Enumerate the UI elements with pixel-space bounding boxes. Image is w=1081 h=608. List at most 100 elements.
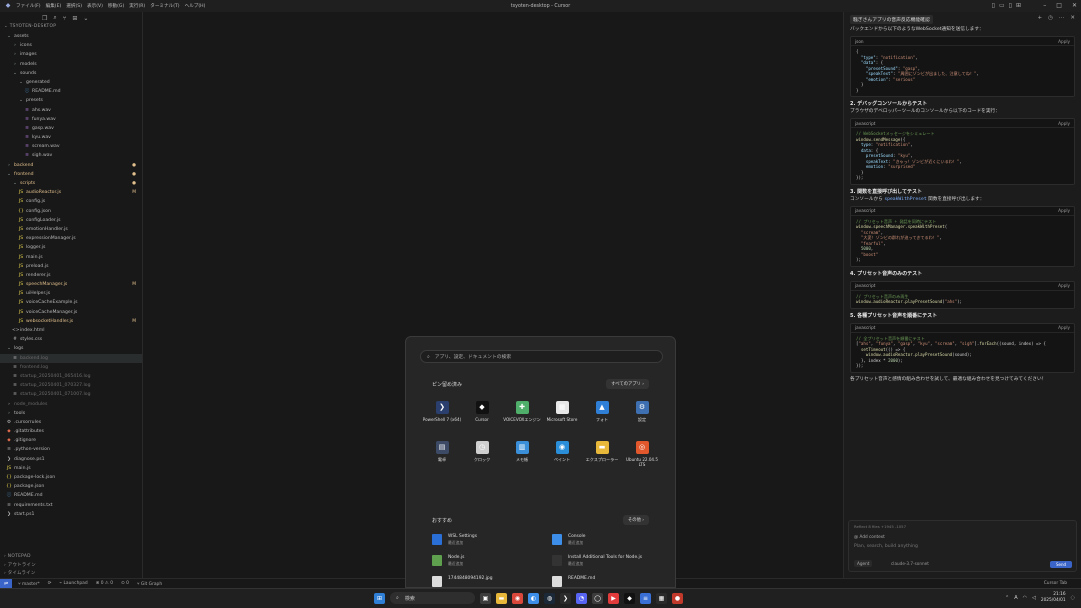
add-context-button[interactable]: @ Add context: [854, 534, 885, 539]
tree-file[interactable]: ⓘ README.md: [0, 87, 142, 96]
tree-file[interactable]: ≋ funya.wav: [0, 115, 142, 124]
tree-file[interactable]: ❯ diagnose.ps1: [0, 455, 142, 464]
tree-folder[interactable]: › tools: [0, 409, 142, 418]
tree-file[interactable]: ◆ .gitignore: [0, 436, 142, 445]
apply-button[interactable]: Apply: [1058, 121, 1070, 126]
pinned-app[interactable]: ▲ フォト: [582, 399, 622, 433]
menu-item[interactable]: 実行(R): [129, 3, 145, 9]
tree-folder[interactable]: ⌄ frontend ●: [0, 170, 142, 179]
git-graph-status[interactable]: ⑂ Git Graph: [137, 581, 162, 587]
tree-file[interactable]: ≡ startup_20250401_071007.log: [0, 390, 142, 399]
recommended-item[interactable]: Install Additional Tools for Node.js 最近追加: [552, 555, 652, 569]
app-icon[interactable]: ●: [672, 592, 683, 604]
discord-icon[interactable]: ◔: [576, 592, 587, 604]
apply-button[interactable]: Apply: [1058, 283, 1070, 288]
tree-file[interactable]: JS logger.js: [0, 243, 142, 252]
ports-status[interactable]: ⊙ 0: [121, 581, 129, 587]
tree-file[interactable]: JS audioReactor.js M: [0, 188, 142, 197]
pinned-app[interactable]: ✚ VOICEVOXエンジン: [502, 399, 542, 433]
lang-indicator[interactable]: A: [1014, 595, 1017, 601]
new-chat-icon[interactable]: +: [1037, 15, 1042, 21]
tree-file[interactable]: ≋ ahs.wav: [0, 106, 142, 115]
explorer-section-title[interactable]: ⌄ TSYOTEN-DESKTOP: [0, 24, 142, 32]
tree-file[interactable]: ≋ scream.wav: [0, 142, 142, 151]
menu-item[interactable]: 表示(V): [87, 3, 103, 9]
chrome-icon[interactable]: ◉: [512, 592, 523, 604]
section-timeline[interactable]: › タイムライン: [0, 570, 143, 578]
pinned-app[interactable]: ▦ Microsoft Store: [542, 399, 582, 433]
extensions-icon[interactable]: ⊞: [72, 15, 77, 22]
menu-item[interactable]: 選択(S): [66, 3, 82, 9]
agent-mode-select[interactable]: Agent: [854, 560, 873, 567]
all-apps-button[interactable]: すべてのアプリ ›: [606, 379, 649, 389]
menu-item[interactable]: ヘルプ(H): [185, 3, 206, 9]
send-button[interactable]: Send: [1050, 561, 1072, 568]
cursor-app-icon[interactable]: ◆: [624, 592, 635, 604]
tree-file[interactable]: ≡ .python-version: [0, 445, 142, 454]
pinned-app[interactable]: ◷ クロック: [462, 439, 502, 473]
menu-item[interactable]: 移動(G): [108, 3, 124, 9]
toggle-sidebar-icon[interactable]: ▯: [992, 2, 995, 9]
pinned-app[interactable]: ▥ メモ帳: [502, 439, 542, 473]
youtube-icon[interactable]: ▶: [608, 592, 619, 604]
tree-file[interactable]: ≋ kyu.wav: [0, 133, 142, 142]
tree-file[interactable]: JS voiceCacheExample.js: [0, 298, 142, 307]
pinned-app[interactable]: ▤ 電卓: [422, 439, 462, 473]
more-button[interactable]: その他 ›: [623, 515, 649, 525]
tree-file[interactable]: JS preload.js: [0, 262, 142, 271]
pinned-app[interactable]: ◎ Ubuntu 22.04.5 LTS: [622, 439, 662, 473]
volume-icon[interactable]: ◁: [1032, 595, 1036, 601]
more-icon[interactable]: ⋯: [1059, 15, 1065, 21]
tree-file[interactable]: ≡ requirements.txt: [0, 501, 142, 510]
section-outline[interactable]: › アウトライン: [0, 562, 143, 570]
clock[interactable]: 21:16 2025/04/01: [1041, 592, 1066, 604]
tree-file[interactable]: JS main.js: [0, 464, 142, 473]
vscode-icon[interactable]: ≡: [640, 592, 651, 604]
tree-file[interactable]: JS expressionManager.js: [0, 234, 142, 243]
tree-file[interactable]: ❯ start.ps1: [0, 510, 142, 519]
tree-file[interactable]: ⓘ README.md: [0, 491, 142, 500]
apply-button[interactable]: Apply: [1058, 39, 1070, 44]
tree-file[interactable]: ≡ startup_20250401_070327.log: [0, 381, 142, 390]
maximize-icon[interactable]: □: [1056, 2, 1062, 9]
pinned-app[interactable]: ◉ ペイント: [542, 439, 582, 473]
tree-folder[interactable]: ⌄ scripts ●: [0, 179, 142, 188]
tree-file[interactable]: JS uiHelper.js: [0, 289, 142, 298]
wifi-icon[interactable]: ◠: [1023, 595, 1027, 601]
recommended-item[interactable]: Console 最近追加: [552, 534, 652, 548]
github-icon[interactable]: ◯: [592, 592, 603, 604]
recommended-item[interactable]: WSL Settings 最近追加: [432, 534, 552, 548]
chevron-up-icon[interactable]: ⌃: [1005, 595, 1009, 601]
tree-folder[interactable]: › models: [0, 60, 142, 69]
tree-folder[interactable]: ⌄ assets: [0, 32, 142, 41]
tree-file[interactable]: JS renderer.js: [0, 271, 142, 280]
tree-file[interactable]: JS config.js: [0, 197, 142, 206]
tree-folder[interactable]: ⌄ sounds: [0, 69, 142, 78]
pinned-app[interactable]: ▬ エクスプローラー: [582, 439, 622, 473]
tree-folder[interactable]: ⌄ generated: [0, 78, 142, 87]
pinned-app[interactable]: ❯ PowerShell 7 (x64): [422, 399, 462, 433]
file-explorer-icon[interactable]: ▬: [496, 592, 507, 604]
tree-file[interactable]: {} package-lock.json: [0, 473, 142, 482]
source-control-icon[interactable]: ⑂: [63, 15, 67, 22]
tree-file[interactable]: JS speechManager.js M: [0, 280, 142, 289]
branch-status[interactable]: ⑂ master*: [18, 581, 40, 587]
notification-icon[interactable]: ◌: [1071, 595, 1075, 601]
edge-icon[interactable]: ◐: [528, 592, 539, 604]
tree-file[interactable]: ⚙ .cursorrules: [0, 418, 142, 427]
close-icon[interactable]: ✕: [1070, 15, 1075, 21]
cursor-tab-status[interactable]: Cursor Tab: [1044, 581, 1067, 586]
tree-file[interactable]: JS main.js: [0, 253, 142, 262]
section-notepad[interactable]: › NOTEPAD: [0, 554, 143, 562]
tree-file[interactable]: # styles.css: [0, 335, 142, 344]
toggle-secondary-sidebar-icon[interactable]: ▯: [1009, 2, 1012, 9]
tree-file[interactable]: {} package.json: [0, 482, 142, 491]
close-icon[interactable]: ✕: [1072, 2, 1077, 9]
tree-folder[interactable]: › icons: [0, 41, 142, 50]
sync-icon[interactable]: ⟳: [48, 581, 52, 587]
launchpad-status[interactable]: ⌁ Launchpad: [59, 581, 87, 587]
tree-folder[interactable]: › backend ●: [0, 161, 142, 170]
tree-file[interactable]: ≡ startup_20250401_065416.log: [0, 372, 142, 381]
taskbar-search[interactable]: ⌕ 検索: [390, 592, 475, 604]
menu-item[interactable]: ターミナル(T): [150, 3, 179, 9]
